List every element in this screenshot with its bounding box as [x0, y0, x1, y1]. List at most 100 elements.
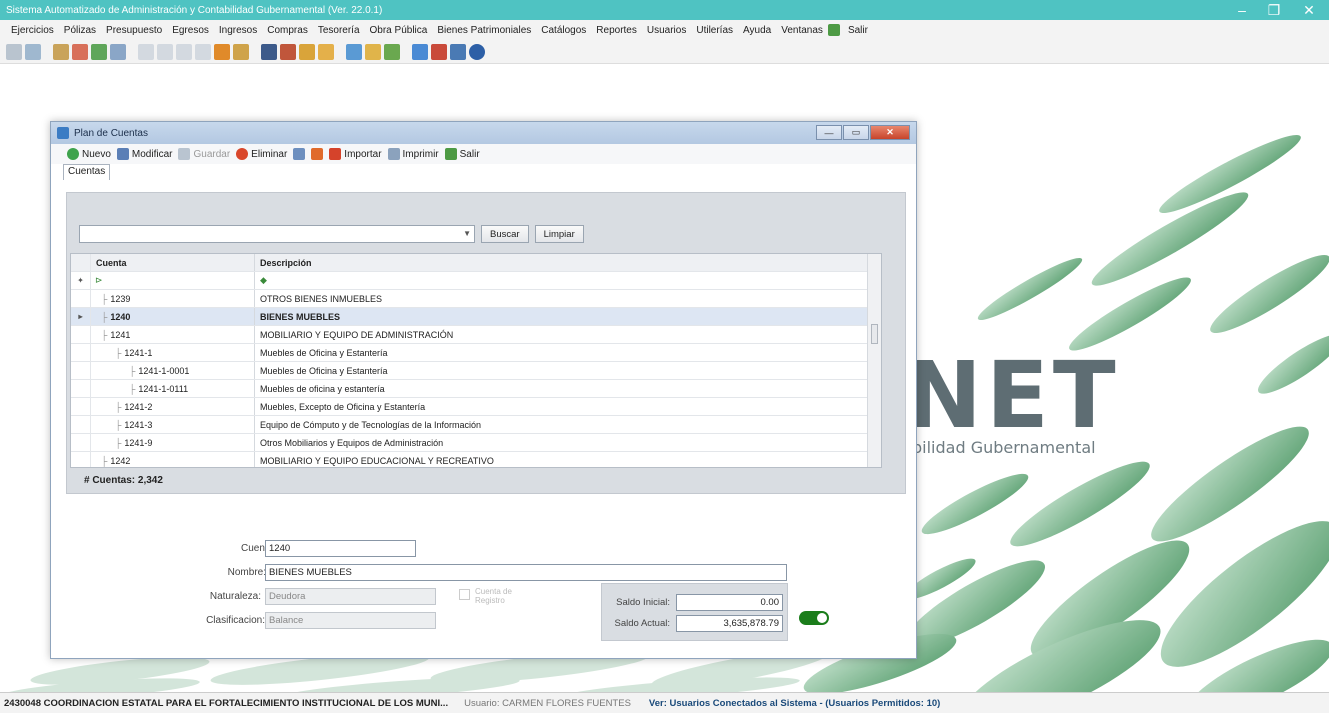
table-row[interactable]: ▸ ├ 1240 BIENES MUEBLES [71, 308, 881, 326]
plan-de-cuentas-window: Plan de Cuentas — ▭ ✕ Nuevo Modificar Gu… [50, 121, 917, 659]
eliminar-button[interactable]: Eliminar [236, 148, 287, 160]
tree-connector: ├ [115, 347, 122, 358]
calculator-icon[interactable] [261, 43, 277, 60]
menu-item-14[interactable]: Ventanas [776, 25, 828, 36]
saldo-inicial-field[interactable]: 0.00 [676, 594, 783, 611]
tree-connector: ├ [115, 401, 122, 412]
calendar-icon[interactable] [346, 43, 362, 60]
menu-item-9[interactable]: Catálogos [536, 25, 591, 36]
salir-label: Salir [459, 148, 480, 160]
search-combobox[interactable]: ▼ [79, 225, 475, 243]
menu-item-8[interactable]: Bienes Patrimoniales [432, 25, 536, 36]
limpiar-button[interactable]: Limpiar [534, 225, 584, 243]
bank-icon[interactable] [280, 43, 296, 60]
salir-button[interactable]: Salir [444, 148, 480, 160]
back-icon[interactable] [6, 43, 22, 60]
cell-descripcion: Muebles, Excepto de Oficina y Estantería [260, 401, 426, 412]
imprimir-button[interactable]: Imprimir [387, 148, 439, 160]
row-indicator [71, 290, 91, 307]
export-button[interactable] [311, 148, 324, 160]
table-row[interactable]: ├ 1241 MOBILIARIO Y EQUIPO DE ADMINISTRACI… [71, 326, 881, 344]
child-minimize-icon[interactable]: — [816, 125, 842, 140]
sitemap-icon[interactable] [412, 43, 428, 60]
tab-cuentas[interactable]: Cuentas [63, 164, 111, 180]
cell-cuenta: ├ 1241-1-0111 [91, 380, 255, 397]
modificar-label: Modificar [131, 148, 173, 160]
pencil-icon[interactable] [365, 43, 381, 60]
coins-icon[interactable] [299, 43, 315, 60]
database-icon[interactable] [450, 43, 466, 60]
grid-view-button[interactable] [293, 148, 306, 160]
config-icon[interactable] [431, 43, 447, 60]
menu-item-4[interactable]: Ingresos [214, 25, 262, 36]
chart-icon[interactable] [72, 43, 88, 60]
table-row[interactable]: ├ 1241-1-0001 Muebles de Oficina y Estante… [71, 362, 881, 380]
table-row[interactable]: ├ 1241-1 Muebles de Oficina y Estantería [71, 344, 881, 362]
menu-item-3[interactable]: Egresos [167, 25, 214, 36]
grid-scrollbar[interactable] [867, 254, 881, 467]
clasificacion-select[interactable]: Balance [265, 612, 436, 629]
document-icon[interactable] [25, 43, 41, 60]
window-icon[interactable] [138, 43, 154, 60]
cuenta-field[interactable]: 1240 [265, 540, 416, 557]
menu-item-12[interactable]: Utilerías [691, 25, 738, 36]
filter-cuenta-icon[interactable]: ⊳ [91, 272, 255, 289]
filter-descripcion-icon[interactable]: ◆ [255, 272, 881, 289]
status-bar: 2430048 COORDINACION ESTATAL PARA EL FOR… [0, 692, 1329, 713]
menu-item-11[interactable]: Usuarios [642, 25, 691, 36]
table-row[interactable]: ├ 1242 MOBILIARIO Y EQUIPO EDUCACIONAL Y R… [71, 452, 881, 467]
child-close-icon[interactable]: ✕ [870, 125, 910, 140]
cell-cuenta: ├ 1241-1-0001 [91, 362, 255, 379]
window-icon[interactable] [157, 43, 173, 60]
table-row[interactable]: ├ 1239 OTROS BIENES INMUEBLES [71, 290, 881, 308]
grid-icon[interactable] [110, 43, 126, 60]
menu-item-2[interactable]: Presupuesto [101, 25, 167, 36]
close-icon[interactable]: ✕ [1289, 0, 1329, 20]
maximize-icon[interactable]: ❐ [1254, 0, 1294, 20]
table-row[interactable]: ├ 1241-9 Otros Mobiliarios y Equipos de Ad… [71, 434, 881, 452]
active-toggle[interactable] [799, 611, 829, 625]
connected-users-link[interactable]: Ver: Usuarios Conectados al Sistema - (U… [649, 698, 940, 709]
buscar-button[interactable]: Buscar [481, 225, 529, 243]
help-icon[interactable] [469, 43, 485, 60]
menu-item-0[interactable]: Ejercicios [6, 25, 59, 36]
table-row[interactable]: ├ 1241-2 Muebles, Excepto de Oficina y Est… [71, 398, 881, 416]
guardar-button[interactable]: Guardar [178, 148, 230, 160]
nuevo-button[interactable]: Nuevo [67, 148, 111, 160]
cell-descripcion: BIENES MUEBLES [260, 311, 341, 322]
cuenta-code: 1241-1-0111 [138, 383, 189, 394]
globe-icon[interactable] [384, 43, 400, 60]
grid-scrollbar-thumb[interactable] [871, 324, 878, 344]
menu-item-6[interactable]: Tesorería [313, 25, 365, 36]
cell-descripcion: Muebles de Oficina y Estantería [260, 347, 388, 358]
table-row[interactable]: ├ 1241-3 Equipo de Cómputo y de Tecnología… [71, 416, 881, 434]
window-icon[interactable] [176, 43, 192, 60]
naturaleza-select[interactable]: Deudora [265, 588, 436, 605]
nombre-field[interactable]: BIENES MUEBLES [265, 564, 787, 581]
importar-button[interactable]: Importar [329, 148, 382, 160]
cuenta-code: 1241 [110, 329, 131, 340]
menu-item-15[interactable]: Salir [843, 25, 873, 36]
window-icon[interactable] [195, 43, 211, 60]
column-header-descripcion[interactable]: Descripción [255, 254, 881, 271]
menu-item-7[interactable]: Obra Pública [365, 25, 433, 36]
cell-cuenta: ├ 1241-1 [91, 344, 255, 361]
menu-item-5[interactable]: Compras [262, 25, 313, 36]
column-header-cuenta[interactable]: Cuenta [91, 254, 255, 271]
cuenta-registro-checkbox[interactable] [459, 589, 470, 600]
box-icon[interactable] [214, 43, 230, 60]
table-row[interactable]: ├ 1241-1-0111 Muebles de oficina y estante… [71, 380, 881, 398]
saldo-actual-field[interactable]: 3,635,878.79 [676, 615, 783, 632]
menu-item-13[interactable]: Ayuda [738, 25, 776, 36]
tree-connector: ├ [129, 365, 136, 376]
people-icon[interactable] [318, 43, 334, 60]
app-titlebar: Sistema Automatizado de Administración y… [0, 0, 1329, 20]
report-icon[interactable] [91, 43, 107, 60]
modificar-button[interactable]: Modificar [116, 148, 173, 160]
menu-item-1[interactable]: Pólizas [59, 25, 101, 36]
dropdown-arrow-icon[interactable]: ▼ [463, 229, 471, 238]
tools-icon[interactable] [233, 43, 249, 60]
menu-item-10[interactable]: Reportes [591, 25, 642, 36]
folder-icon[interactable] [53, 43, 69, 60]
child-maximize-icon[interactable]: ▭ [843, 125, 869, 140]
